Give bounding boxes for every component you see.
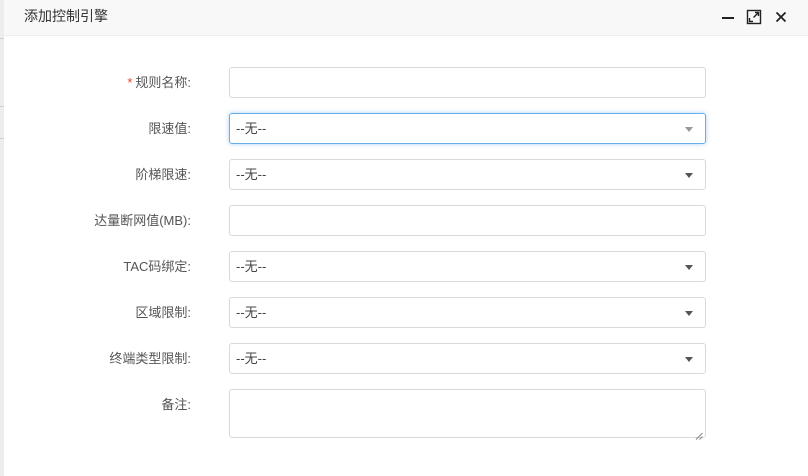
- rule-name-label: * 规则名称:: [127, 67, 191, 99]
- speed-limit-select[interactable]: --无--: [229, 113, 706, 144]
- form-row-area-limit: 区域限制: --无--: [0, 297, 808, 329]
- chevron-down-icon: [685, 265, 693, 270]
- form-row-remarks: 备注:: [0, 389, 808, 440]
- speed-limit-label: 限速值:: [148, 121, 191, 136]
- minimize-icon[interactable]: [720, 9, 736, 25]
- terminal-type-limit-select[interactable]: --无--: [229, 343, 706, 374]
- form-row-tac-binding: TAC码绑定: --无--: [0, 251, 808, 283]
- resize-grip-icon[interactable]: [695, 427, 703, 440]
- maximize-icon[interactable]: [746, 9, 762, 25]
- chevron-down-icon: [685, 357, 693, 362]
- speed-limit-value: --无--: [236, 121, 267, 136]
- tiered-limit-label: 阶梯限速:: [135, 167, 191, 182]
- tac-binding-value: --无--: [236, 259, 267, 274]
- required-mark: *: [127, 75, 133, 90]
- cutoff-traffic-input[interactable]: [229, 205, 706, 236]
- rule-name-input[interactable]: [229, 67, 706, 98]
- tac-binding-select[interactable]: --无--: [229, 251, 706, 282]
- dialog-titlebar: 添加控制引擎: [4, 0, 808, 36]
- area-limit-value: --无--: [236, 305, 267, 320]
- dialog-title: 添加控制引擎: [24, 8, 108, 24]
- cutoff-traffic-label: 达量断网值(MB):: [94, 213, 191, 228]
- tac-binding-label: TAC码绑定:: [123, 259, 191, 274]
- tiered-limit-select[interactable]: --无--: [229, 159, 706, 190]
- rule-name-label-text: 规则名称:: [135, 75, 191, 90]
- area-limit-label: 区域限制:: [135, 305, 191, 320]
- chevron-down-icon: [685, 311, 693, 316]
- area-limit-select[interactable]: --无--: [229, 297, 706, 328]
- terminal-type-limit-value: --无--: [236, 351, 267, 366]
- chevron-down-icon: [685, 127, 693, 132]
- tiered-limit-value: --无--: [236, 167, 267, 182]
- form-row-speed-limit: 限速值: --无--: [0, 113, 808, 145]
- remarks-textarea[interactable]: [229, 389, 706, 440]
- close-icon[interactable]: [773, 9, 789, 25]
- form-row-tiered-limit: 阶梯限速: --无--: [0, 159, 808, 191]
- terminal-type-limit-label: 终端类型限制:: [109, 351, 191, 366]
- chevron-down-icon: [685, 173, 693, 178]
- form-row-rule-name: * 规则名称:: [0, 67, 808, 99]
- remarks-label: 备注:: [161, 397, 191, 412]
- form-row-cutoff-traffic: 达量断网值(MB):: [0, 205, 808, 237]
- form-row-terminal-type-limit: 终端类型限制: --无--: [0, 343, 808, 375]
